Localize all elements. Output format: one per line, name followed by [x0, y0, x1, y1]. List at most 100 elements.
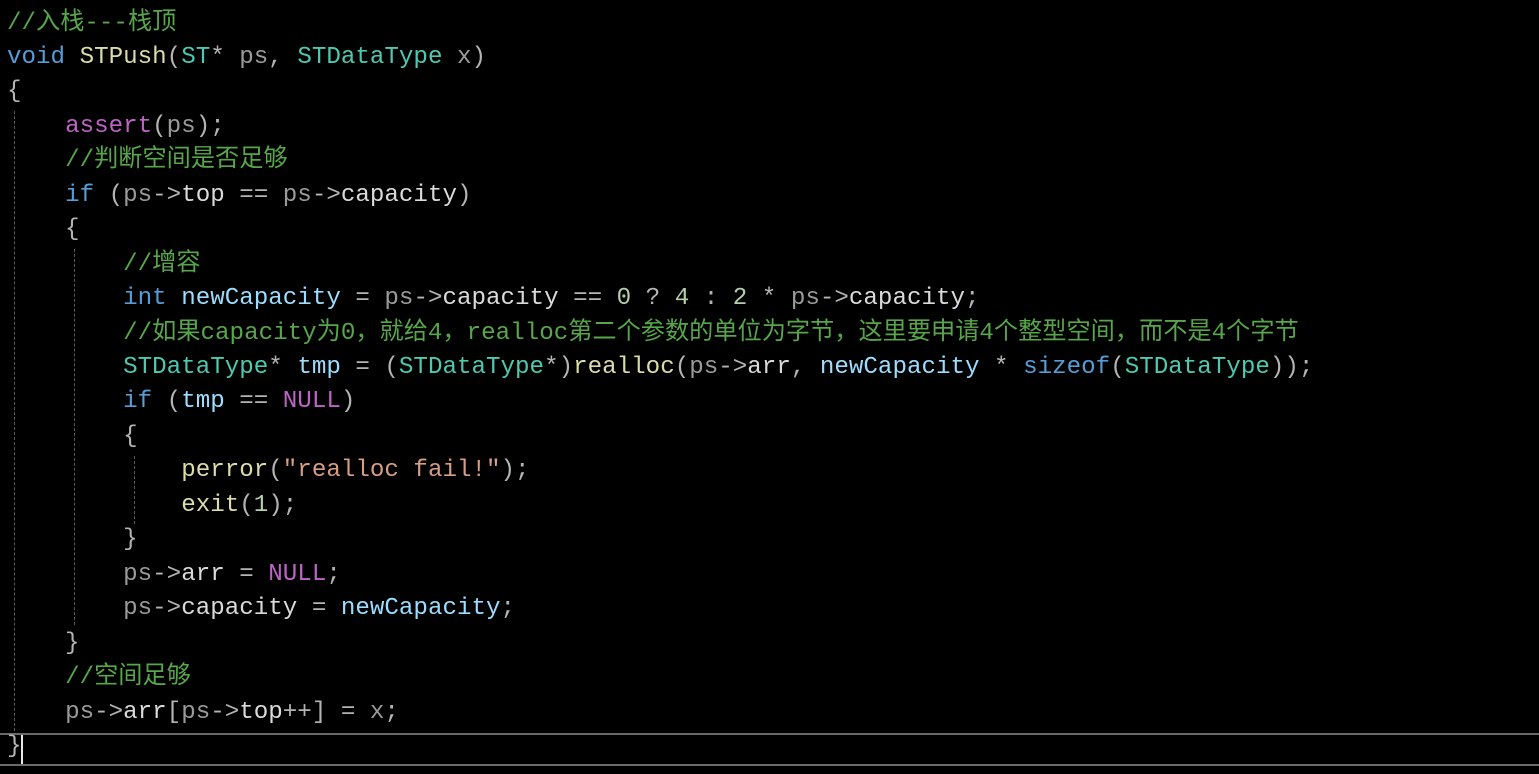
- code-line[interactable]: //判断空间是否足够: [7, 144, 288, 178]
- code-token-plain: ->: [210, 698, 240, 726]
- code-token-param: ps: [282, 181, 312, 209]
- code-token-comment: //判断空间是否足够: [65, 147, 288, 175]
- code-token-plain: }: [7, 629, 80, 657]
- code-token-plain: ?: [631, 285, 675, 313]
- code-token-number: 2: [732, 285, 748, 313]
- code-token-plain: ,: [790, 354, 820, 381]
- code-token-plain: );: [268, 491, 298, 519]
- code-line[interactable]: }: [7, 730, 22, 764]
- code-token-comment: //空间足够: [65, 664, 191, 692]
- code-token-plain: );: [500, 457, 530, 485]
- code-token-local: tmp: [181, 388, 225, 416]
- code-token-plain: ==: [224, 388, 283, 416]
- code-token-param: ps: [166, 112, 196, 140]
- code-line[interactable]: void STPush(ST* ps, STDataType x): [7, 41, 486, 75]
- code-line[interactable]: exit(1);: [7, 489, 297, 523]
- code-token-macro: assert: [65, 112, 153, 140]
- code-token-param: ps: [181, 698, 211, 726]
- code-token-plain: {: [7, 216, 80, 244]
- code-token-plain: (: [239, 491, 254, 519]
- code-token-member: top: [239, 698, 283, 726]
- code-token-param: ps: [123, 595, 153, 623]
- code-token-plain: :: [689, 285, 733, 313]
- code-line[interactable]: //空间足够: [7, 661, 191, 695]
- code-token-plain: ->: [718, 354, 748, 381]
- code-token-plain: (: [152, 388, 182, 416]
- code-token-string: "realloc fail!": [282, 457, 501, 485]
- code-token-param: ps: [689, 354, 719, 381]
- code-line[interactable]: STDataType* tmp = (STDataType*)realloc(p…: [7, 351, 1313, 385]
- code-token-plain: ;: [326, 560, 341, 588]
- code-token-plain: ->: [819, 285, 849, 313]
- code-token-plain: ->: [413, 285, 443, 313]
- code-token-member: arr: [123, 698, 167, 726]
- code-token-keyword: void: [7, 43, 66, 71]
- code-token-macro: NULL: [282, 388, 341, 416]
- code-token-local: newCapacity: [819, 354, 980, 381]
- code-editor[interactable]: //入栈---栈顶 void STPush(ST* ps, STDataType …: [0, 0, 1539, 774]
- code-token-keyword: sizeof: [1023, 354, 1111, 381]
- code-token-plain: ->: [311, 181, 341, 209]
- code-line[interactable]: ps->capacity = newCapacity;: [7, 592, 515, 626]
- code-token-keyword: int: [123, 285, 167, 313]
- code-token-plain: ): [471, 43, 487, 71]
- code-line[interactable]: {: [7, 213, 80, 247]
- code-token-number: 1: [253, 491, 269, 519]
- code-token-plain: *): [544, 354, 574, 381]
- code-token-number: 4: [674, 285, 690, 313]
- code-line[interactable]: }: [7, 523, 138, 557]
- code-token-plain: }: [7, 732, 22, 760]
- code-line[interactable]: perror("realloc fail!");: [7, 454, 530, 488]
- code-token-plain: =: [340, 285, 385, 313]
- code-line[interactable]: assert(ps);: [7, 110, 225, 144]
- code-line[interactable]: if (tmp == NULL): [7, 385, 355, 419]
- code-token-local: newCapacity: [181, 285, 341, 313]
- code-line[interactable]: {: [7, 420, 138, 454]
- code-line[interactable]: {: [7, 75, 22, 109]
- code-token-type: STDataType: [1124, 354, 1270, 381]
- code-token-plain: (: [152, 112, 167, 140]
- code-token-comment: //入栈---栈顶: [7, 9, 177, 37]
- code-line[interactable]: ps->arr = NULL;: [7, 558, 341, 592]
- code-token-local: tmp: [297, 354, 341, 381]
- code-token-plain: *: [210, 43, 240, 71]
- code-token-member: top: [181, 181, 225, 209]
- code-line[interactable]: ps->arr[ps->top++] = x;: [7, 696, 399, 730]
- code-token-plain: );: [195, 112, 225, 140]
- code-token-plain: ->: [152, 595, 182, 623]
- code-line[interactable]: int newCapacity = ps->capacity == 0 ? 4 …: [7, 282, 979, 316]
- code-token-param: x: [369, 698, 385, 726]
- code-line[interactable]: if (ps->top == ps->capacity): [7, 179, 472, 213]
- code-line[interactable]: }: [7, 627, 80, 661]
- code-token-plain: (: [166, 43, 182, 71]
- code-token-plain: ==: [224, 181, 283, 209]
- code-token-type: STDataType: [123, 354, 269, 381]
- code-line[interactable]: //如果capacity为0，就给4，realloc第二个参数的单位为字节，这里…: [7, 317, 1299, 351]
- code-token-param: ps: [239, 43, 269, 71]
- code-token-local: newCapacity: [340, 595, 501, 623]
- code-token-plain: *: [747, 285, 791, 313]
- code-line[interactable]: //入栈---栈顶: [7, 7, 176, 41]
- code-token-param: x: [456, 43, 472, 71]
- code-token-param: ps: [123, 181, 153, 209]
- code-token-plain: =: [297, 595, 341, 623]
- code-token-function: STPush: [79, 43, 167, 71]
- code-token-keyword: if: [65, 181, 95, 209]
- code-token-plain: (: [1110, 354, 1125, 381]
- code-token-plain: [: [166, 698, 182, 726]
- code-token-plain: ): [456, 181, 472, 209]
- code-line[interactable]: //增容: [7, 248, 200, 282]
- code-token-member: capacity: [442, 285, 559, 313]
- code-token-member: arr: [181, 560, 225, 588]
